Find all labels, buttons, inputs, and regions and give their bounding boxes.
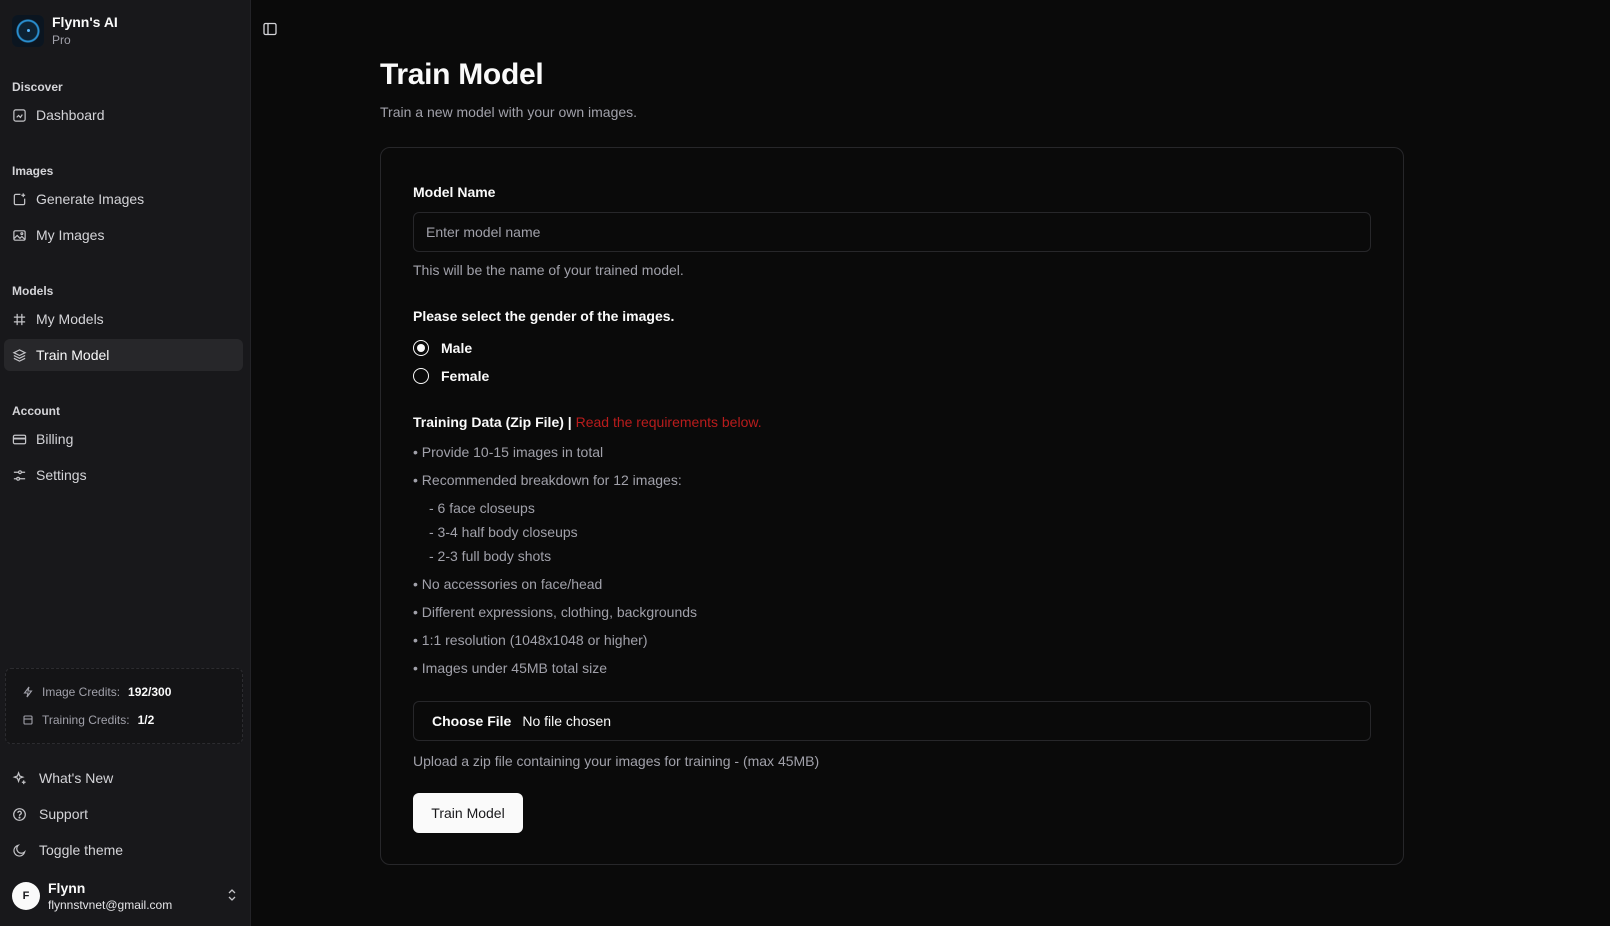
sidebar-item-label: Toggle theme xyxy=(39,842,124,858)
model-name-help: This will be the name of your trained mo… xyxy=(413,262,684,278)
sidebar-item-label: Settings xyxy=(36,467,87,483)
layers-icon xyxy=(12,348,27,363)
model-name-input[interactable] xyxy=(413,212,1371,252)
train-model-button[interactable]: Train Model xyxy=(413,793,523,833)
dashboard-icon xyxy=(12,108,27,123)
requirement-subitem: - 2-3 full body shots xyxy=(429,548,552,564)
radio-button[interactable] xyxy=(413,340,429,356)
file-icon xyxy=(22,714,34,726)
sidebar: Flynn's AI Pro Discover Dashboard Images… xyxy=(0,0,251,926)
training-data-label-text: Training Data (Zip File) | xyxy=(413,414,572,430)
file-upload-help: Upload a zip file containing your images… xyxy=(413,753,820,769)
gender-option-label: Female xyxy=(441,368,490,384)
file-upload-input[interactable]: Choose File No file chosen xyxy=(413,701,1371,741)
brand[interactable]: Flynn's AI Pro xyxy=(12,14,118,47)
sidebar-item-label: My Images xyxy=(36,227,105,243)
hash-icon xyxy=(12,312,27,327)
sliders-icon xyxy=(12,468,27,483)
app-logo-icon xyxy=(12,14,44,47)
avatar: F xyxy=(12,882,40,911)
sidebar-item-label: What's New xyxy=(39,770,114,786)
model-name-label: Model Name xyxy=(413,184,496,200)
file-status: No file chosen xyxy=(522,713,612,729)
section-label-images: Images xyxy=(12,164,54,178)
requirement-item: • No accessories on face/head xyxy=(413,576,603,592)
sidebar-item-label: Support xyxy=(39,806,89,822)
app-plan: Pro xyxy=(52,32,71,47)
sidebar-item-generate-images[interactable]: Generate Images xyxy=(4,183,243,215)
user-email: flynnstvnet@gmail.com xyxy=(48,897,173,912)
requirement-item: • Images under 45MB total size xyxy=(413,660,607,676)
gender-label: Please select the gender of the images. xyxy=(413,308,675,324)
sidebar-item-label: Train Model xyxy=(36,347,110,363)
training-credits-label: Training Credits: xyxy=(42,713,130,727)
requirement-subitem: - 6 face closeups xyxy=(429,500,535,516)
app-name: Flynn's AI xyxy=(52,14,118,30)
choose-file-button[interactable]: Choose File xyxy=(432,713,511,729)
credits-panel: Image Credits: 192/300 Training Credits:… xyxy=(5,668,243,744)
gender-option-male[interactable]: Male xyxy=(413,340,472,356)
gender-option-label: Male xyxy=(441,340,473,356)
images-icon xyxy=(12,228,27,243)
user-name: Flynn xyxy=(48,880,86,896)
sidebar-item-billing[interactable]: Billing xyxy=(4,423,243,455)
sidebar-item-label: My Models xyxy=(36,311,104,327)
image-credits-value: 192/300 xyxy=(128,685,172,699)
sidebar-item-dashboard[interactable]: Dashboard xyxy=(4,99,243,131)
sidebar-item-train-model[interactable]: Train Model xyxy=(4,339,243,371)
requirement-item: • Provide 10-15 images in total xyxy=(413,444,604,460)
sidebar-item-my-models[interactable]: My Models xyxy=(4,303,243,335)
zap-icon xyxy=(22,686,34,698)
requirement-item: • Recommended breakdown for 12 images: xyxy=(413,472,682,488)
help-circle-icon xyxy=(12,807,27,822)
requirement-subitem: - 3-4 half body closeups xyxy=(429,524,578,540)
requirements-link[interactable]: Read the requirements below. xyxy=(576,414,762,430)
sidebar-item-whats-new[interactable]: What's New xyxy=(4,762,243,794)
sidebar-item-label: Billing xyxy=(36,431,74,447)
section-label-account: Account xyxy=(12,404,60,418)
sidebar-toggle-icon[interactable] xyxy=(262,21,278,37)
sidebar-item-label: Dashboard xyxy=(36,107,105,123)
training-data-label: Training Data (Zip File) | Read the requ… xyxy=(413,414,762,430)
image-credits: Image Credits: 192/300 xyxy=(22,685,171,699)
sidebar-item-my-images[interactable]: My Images xyxy=(4,219,243,251)
radio-button[interactable] xyxy=(413,368,429,384)
section-label-discover: Discover xyxy=(12,80,63,94)
moon-icon xyxy=(12,843,27,858)
gender-option-female[interactable]: Female xyxy=(413,368,489,384)
requirement-item: • 1:1 resolution (1048x1048 or higher) xyxy=(413,632,648,648)
credit-card-icon xyxy=(12,432,27,447)
toggle-theme-button[interactable]: Toggle theme xyxy=(4,834,243,866)
train-model-form: Model Name This will be the name of your… xyxy=(380,147,1404,865)
sidebar-item-label: Generate Images xyxy=(36,191,145,207)
image-credits-label: Image Credits: xyxy=(42,685,121,699)
requirement-item: • Different expressions, clothing, backg… xyxy=(413,604,698,620)
section-label-models: Models xyxy=(12,284,54,298)
page-subtitle: Train a new model with your own images. xyxy=(380,104,638,120)
user-menu[interactable]: F Flynn flynnstvnet@gmail.com xyxy=(12,880,242,913)
page-title: Train Model xyxy=(380,58,544,91)
image-plus-icon xyxy=(12,192,27,207)
training-credits-value: 1/2 xyxy=(137,713,155,727)
chevrons-up-down-icon xyxy=(226,888,238,902)
training-credits: Training Credits: 1/2 xyxy=(22,713,154,727)
sidebar-item-support[interactable]: Support xyxy=(4,798,243,830)
sparkles-icon xyxy=(12,770,27,786)
sidebar-item-settings[interactable]: Settings xyxy=(4,459,243,491)
